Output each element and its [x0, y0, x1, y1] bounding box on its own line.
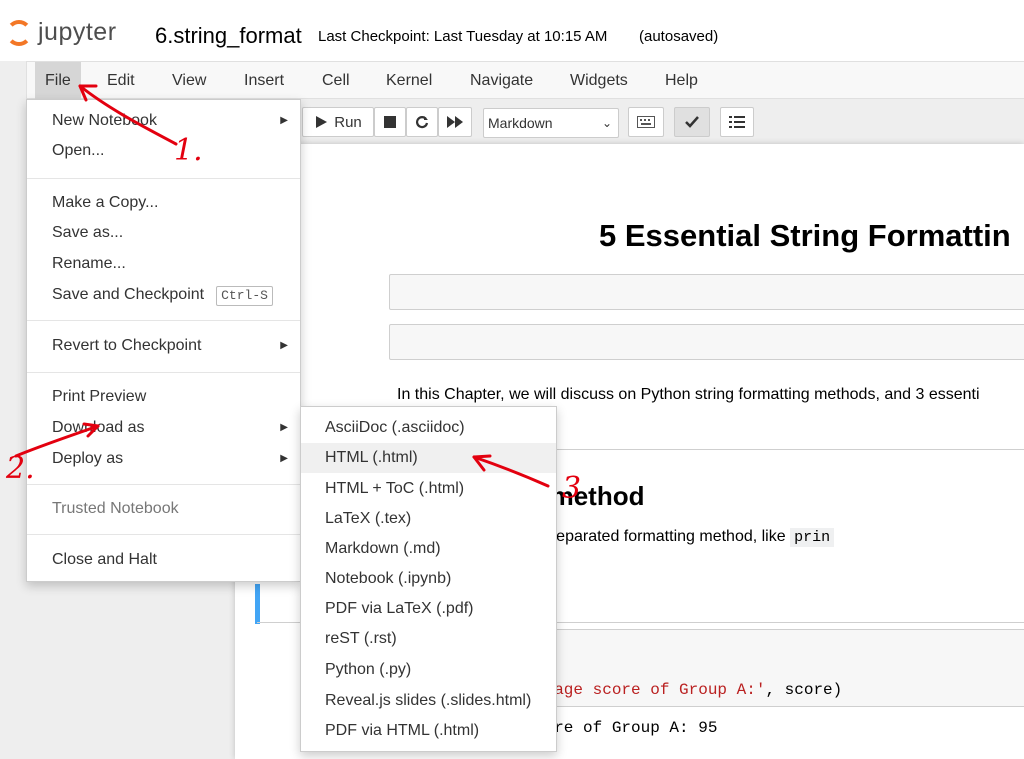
menu-help[interactable]: Help [655, 62, 708, 99]
stop-icon [384, 116, 396, 128]
download-python[interactable]: Python (.py) [301, 655, 556, 685]
download-rest[interactable]: reST (.rst) [301, 624, 556, 654]
download-pdf-html[interactable]: PDF via HTML (.html) [301, 716, 556, 746]
download-pdf-latex[interactable]: PDF via LaTeX (.pdf) [301, 594, 556, 624]
download-asciidoc[interactable]: AsciiDoc (.asciidoc) [301, 413, 556, 443]
list-icon [729, 116, 745, 128]
menu-insert[interactable]: Insert [234, 62, 294, 99]
logo-text: jupyter [38, 18, 117, 46]
menu-item-print-preview[interactable]: Print Preview [27, 382, 300, 412]
file-menu: New Notebook ▶ Open... Make a Copy... Sa… [26, 99, 301, 582]
download-reveal-slides[interactable]: Reveal.js slides (.slides.html) [301, 686, 556, 716]
menu-cell[interactable]: Cell [312, 62, 360, 99]
fast-forward-button[interactable] [438, 107, 472, 137]
menu-navigate[interactable]: Navigate [460, 62, 543, 99]
restart-button[interactable] [406, 107, 438, 137]
run-button[interactable]: Run [302, 107, 374, 137]
menu-item-save-as[interactable]: Save as... [27, 218, 300, 248]
code-line: erage score of Group A:', score) [535, 681, 842, 699]
empty-cell-1[interactable] [389, 274, 1024, 310]
chevron-down-icon: ⌄ [601, 116, 612, 130]
menu-item-close-halt[interactable]: Close and Halt [27, 545, 300, 575]
toggle-check-button[interactable] [674, 107, 710, 137]
code-rest: , score) [765, 681, 843, 699]
menu-divider [27, 534, 300, 535]
menu-item-deploy-as[interactable]: Deploy as ▶ [27, 444, 300, 474]
download-latex[interactable]: LaTeX (.tex) [301, 504, 556, 534]
code-string: erage score of Group A:' [535, 681, 766, 699]
menu-item-label: Rename... [52, 255, 126, 272]
jupyter-logo-icon [6, 19, 32, 46]
selected-cell-indicator [255, 584, 260, 624]
menu-file[interactable]: File [35, 62, 81, 99]
caret-right-icon: ▶ [280, 422, 288, 433]
header: jupyter 6.string_format Last Checkpoint:… [0, 0, 1024, 61]
notebook-title: 5 Essential String Formattin [599, 218, 1011, 253]
toc-button[interactable] [720, 107, 754, 137]
cell-output: core of Group A: 95 [535, 719, 718, 737]
menu-widgets[interactable]: Widgets [560, 62, 638, 99]
menu-item-label: Download as [52, 419, 145, 436]
menu-divider [27, 484, 300, 485]
inline-code: prin [790, 528, 835, 547]
jupyter-logo[interactable]: jupyter [6, 18, 117, 47]
intro-text: In this Chapter, we will discuss on Pyth… [397, 386, 980, 403]
check-icon [685, 116, 699, 128]
menu-item-make-copy[interactable]: Make a Copy... [27, 188, 300, 218]
command-palette-button[interactable] [628, 107, 664, 137]
download-html[interactable]: HTML (.html) [301, 443, 556, 473]
download-markdown[interactable]: Markdown (.md) [301, 534, 556, 564]
download-html-toc[interactable]: HTML + ToC (.html) [301, 474, 556, 504]
menu-item-trusted-notebook: Trusted Notebook [27, 494, 300, 524]
menu-item-open[interactable]: Open... [27, 136, 300, 166]
restart-icon [415, 116, 429, 129]
menu-item-label: Save as... [52, 224, 124, 241]
notebook-name[interactable]: 6.string_format [155, 23, 302, 49]
keyboard-icon [637, 116, 655, 128]
caret-right-icon: ▶ [280, 115, 288, 126]
caret-right-icon: ▶ [280, 340, 288, 351]
checkpoint-status: Last Checkpoint: Last Tuesday at 10:15 A… [318, 28, 608, 45]
menu-kernel[interactable]: Kernel [376, 62, 442, 99]
run-label: Run [334, 113, 362, 131]
autosave-status: (autosaved) [639, 28, 719, 45]
caret-right-icon: ▶ [280, 453, 288, 464]
menu-divider [27, 320, 300, 321]
menu-item-new-notebook[interactable]: New Notebook ▶ [27, 106, 300, 136]
menubar: File Edit View Insert Cell Kernel Naviga… [26, 61, 1024, 99]
stop-button[interactable] [374, 107, 406, 137]
menu-item-download-as[interactable]: Download as ▶ [27, 413, 300, 443]
cell-type-select[interactable]: Markdown ⌄ [483, 108, 619, 138]
download-as-submenu: AsciiDoc (.asciidoc) HTML (.html) HTML +… [300, 406, 557, 752]
menu-item-save-checkpoint[interactable]: Save and Checkpoint Ctrl-S [27, 280, 300, 310]
fast-forward-icon [447, 116, 463, 128]
menu-item-label: Print Preview [52, 388, 147, 405]
cell-type-value: Markdown [488, 115, 553, 131]
menu-item-label: Revert to Checkpoint [52, 337, 202, 354]
menu-divider [27, 372, 300, 373]
shortcut-badge: Ctrl-S [216, 286, 273, 306]
empty-cell-2[interactable] [389, 324, 1024, 360]
menu-item-label: Make a Copy... [52, 194, 159, 211]
download-notebook[interactable]: Notebook (.ipynb) [301, 564, 556, 594]
menu-edit[interactable]: Edit [97, 62, 145, 99]
menu-item-label: Save and Checkpoint [52, 286, 205, 303]
menu-item-label: Open... [52, 142, 105, 159]
menu-item-label: Trusted Notebook [52, 500, 179, 517]
menu-item-rename[interactable]: Rename... [27, 249, 300, 279]
menu-item-label: Close and Halt [52, 551, 157, 568]
menu-divider [27, 178, 300, 179]
menu-view[interactable]: View [162, 62, 216, 99]
menu-item-revert-checkpoint[interactable]: Revert to Checkpoint ▶ [27, 331, 300, 361]
menu-item-label: New Notebook [52, 112, 157, 129]
run-icon [316, 116, 328, 128]
menu-item-label: Deploy as [52, 450, 124, 467]
